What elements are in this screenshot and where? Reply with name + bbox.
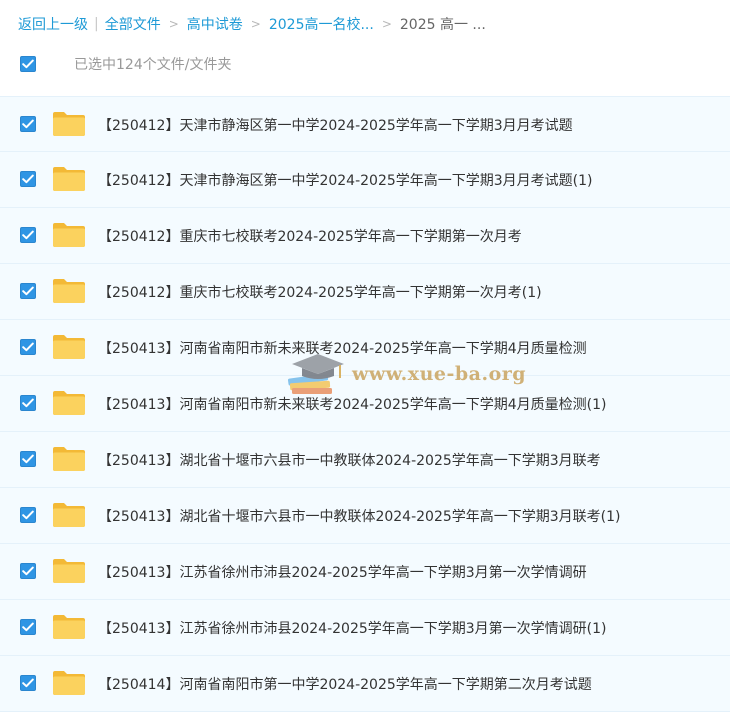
checkmark-icon <box>22 566 34 576</box>
selection-count: 已选中124个文件/文件夹 <box>74 57 232 73</box>
file-name[interactable]: 【250413】江苏省徐州市沛县2024-2025学年高一下学期3月第一次学情调… <box>98 562 587 582</box>
folder-icon <box>53 279 85 303</box>
folder-icon <box>53 447 85 471</box>
breadcrumb-separator-icon: > <box>250 17 261 31</box>
file-name[interactable]: 【250413】河南省南阳市新未来联考2024-2025学年高一下学期4月质量检… <box>98 394 607 414</box>
checkmark-icon <box>22 510 34 520</box>
checkmark-icon <box>22 174 34 184</box>
folder-icon <box>53 167 85 191</box>
file-name[interactable]: 【250414】河南省南阳市第一中学2024-2025学年高一下学期第二次月考试… <box>98 674 592 694</box>
selection-bar: 已选中124个文件/文件夹 <box>0 44 730 84</box>
breadcrumb-all-files[interactable]: 全部文件 <box>105 14 161 34</box>
back-link[interactable]: 返回上一级 <box>18 14 88 34</box>
folder-icon <box>53 503 85 527</box>
breadcrumb: 返回上一级 | 全部文件 > 高中试卷 > 2025高一名校... > 2025… <box>18 14 486 34</box>
file-row[interactable]: 【250413】河南省南阳市新未来联考2024-2025学年高一下学期4月质量检… <box>0 376 730 432</box>
file-row[interactable]: 【250412】天津市静海区第一中学2024-2025学年高一下学期3月月考试题… <box>0 152 730 208</box>
file-list: 【250412】天津市静海区第一中学2024-2025学年高一下学期3月月考试题… <box>0 96 730 712</box>
folder-icon <box>53 335 85 359</box>
checkmark-icon <box>22 59 34 69</box>
breadcrumb-level2[interactable]: 2025高一名校... <box>269 14 374 34</box>
file-row[interactable]: 【250413】江苏省徐州市沛县2024-2025学年高一下学期3月第一次学情调… <box>0 600 730 656</box>
file-checkbox[interactable] <box>20 339 36 355</box>
checkmark-icon <box>22 286 34 296</box>
folder-icon <box>53 112 85 136</box>
file-name[interactable]: 【250413】河南省南阳市新未来联考2024-2025学年高一下学期4月质量检… <box>98 338 587 358</box>
file-checkbox[interactable] <box>20 227 36 243</box>
checkmark-icon <box>22 622 34 632</box>
folder-icon <box>53 559 85 583</box>
checkmark-icon <box>22 398 34 408</box>
folder-icon <box>53 671 85 695</box>
file-checkbox[interactable] <box>20 563 36 579</box>
file-name[interactable]: 【250412】天津市静海区第一中学2024-2025学年高一下学期3月月考试题 <box>98 115 573 135</box>
file-row[interactable]: 【250413】河南省南阳市新未来联考2024-2025学年高一下学期4月质量检… <box>0 320 730 376</box>
file-checkbox[interactable] <box>20 451 36 467</box>
file-name[interactable]: 【250413】湖北省十堰市六县市一中教联体2024-2025学年高一下学期3月… <box>98 506 621 526</box>
file-checkbox[interactable] <box>20 619 36 635</box>
checkmark-icon <box>22 230 34 240</box>
file-checkbox[interactable] <box>20 675 36 691</box>
breadcrumb-current: 2025 高一 ... <box>399 17 486 33</box>
file-checkbox[interactable] <box>20 116 36 132</box>
file-row[interactable]: 【250412】天津市静海区第一中学2024-2025学年高一下学期3月月考试题 <box>0 96 730 152</box>
file-name[interactable]: 【250413】湖北省十堰市六县市一中教联体2024-2025学年高一下学期3月… <box>98 450 601 470</box>
folder-icon <box>53 391 85 415</box>
file-row[interactable]: 【250412】重庆市七校联考2024-2025学年高一下学期第一次月考(1) <box>0 264 730 320</box>
file-name[interactable]: 【250412】重庆市七校联考2024-2025学年高一下学期第一次月考 <box>98 226 522 246</box>
checkmark-icon <box>22 342 34 352</box>
breadcrumb-level1[interactable]: 高中试卷 <box>187 14 243 34</box>
file-checkbox[interactable] <box>20 507 36 523</box>
file-row[interactable]: 【250412】重庆市七校联考2024-2025学年高一下学期第一次月考 <box>0 208 730 264</box>
file-checkbox[interactable] <box>20 283 36 299</box>
file-checkbox[interactable] <box>20 171 36 187</box>
file-checkbox[interactable] <box>20 395 36 411</box>
select-all-checkbox[interactable] <box>20 56 36 72</box>
file-row[interactable]: 【250414】河南省南阳市第一中学2024-2025学年高一下学期第二次月考试… <box>0 656 730 712</box>
breadcrumb-divider: | <box>94 16 99 32</box>
file-name[interactable]: 【250413】江苏省徐州市沛县2024-2025学年高一下学期3月第一次学情调… <box>98 618 607 638</box>
checkmark-icon <box>22 678 34 688</box>
checkmark-icon <box>22 119 34 129</box>
file-row[interactable]: 【250413】湖北省十堰市六县市一中教联体2024-2025学年高一下学期3月… <box>0 488 730 544</box>
file-name[interactable]: 【250412】重庆市七校联考2024-2025学年高一下学期第一次月考(1) <box>98 282 542 302</box>
file-row[interactable]: 【250413】江苏省徐州市沛县2024-2025学年高一下学期3月第一次学情调… <box>0 544 730 600</box>
folder-icon <box>53 615 85 639</box>
file-row[interactable]: 【250413】湖北省十堰市六县市一中教联体2024-2025学年高一下学期3月… <box>0 432 730 488</box>
checkmark-icon <box>22 454 34 464</box>
folder-icon <box>53 223 85 247</box>
file-name[interactable]: 【250412】天津市静海区第一中学2024-2025学年高一下学期3月月考试题… <box>98 170 593 190</box>
breadcrumb-separator-icon: > <box>168 17 179 31</box>
breadcrumb-separator-icon: > <box>381 17 392 31</box>
